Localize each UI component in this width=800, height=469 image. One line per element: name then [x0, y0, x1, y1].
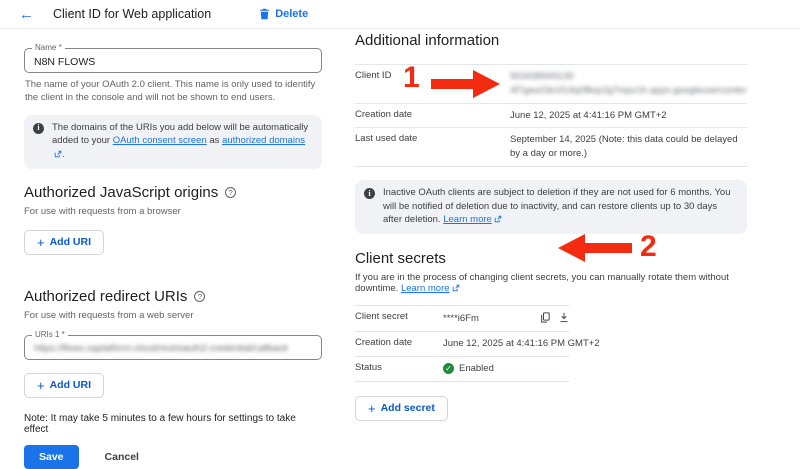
client-secret-value-cell: ****i6Fm: [443, 311, 569, 326]
client-id-value: 903438949139 4f7gau03e1f14q08kqr2g7mjur1…: [510, 70, 747, 98]
client-secrets-subtitle: If you are in the process of changing cl…: [355, 272, 747, 295]
table-row-creation-date: Creation date June 12, 2025 at 4:41:16 P…: [355, 104, 747, 129]
creation-date-value: June 12, 2025 at 4:41:16 PM GMT+2: [510, 109, 747, 123]
js-origins-subtitle: For use with requests from a browser: [24, 206, 322, 217]
redirect-uris-subtitle: For use with requests from a web server: [24, 310, 322, 321]
creation-date-label: Creation date: [355, 109, 510, 120]
info-icon: i: [33, 123, 44, 134]
table-row-last-used: Last used date September 14, 2025 (Note:…: [355, 128, 747, 167]
oauth-consent-screen-link[interactable]: OAuth consent screen: [113, 135, 207, 146]
add-uri-label: Add URI: [50, 379, 91, 391]
status-badge: Enabled: [459, 362, 494, 376]
external-link-icon: [54, 149, 62, 163]
settings-delay-note: Note: It may take 5 minutes to a few hou…: [24, 413, 322, 435]
annotation-arrow-1-shaft: [431, 79, 473, 89]
add-uri-button-redirect[interactable]: + Add URI: [24, 373, 104, 398]
check-circle-icon: ✓: [443, 363, 454, 374]
plus-icon: +: [37, 236, 45, 249]
domains-notice: i The domains of the URIs you add below …: [24, 115, 322, 169]
domains-notice-text: The domains of the URIs you add below wi…: [52, 121, 312, 163]
annotation-arrow-1-right-icon: [473, 70, 500, 98]
uri-input[interactable]: [25, 336, 321, 359]
redirect-uris-title: Authorized redirect URIs: [24, 288, 187, 305]
name-field: Name *: [24, 48, 322, 73]
info-icon: i: [364, 188, 375, 199]
add-uri-label: Add URI: [50, 236, 91, 248]
additional-info-heading: Additional information: [355, 32, 747, 49]
table-row-status: Status ✓ Enabled: [355, 357, 569, 382]
external-link-icon: [452, 284, 460, 295]
inactive-clients-notice: i Inactive OAuth clients are subject to …: [355, 180, 747, 234]
add-secret-label: Add secret: [381, 402, 435, 414]
authorized-domains-link[interactable]: authorized domains: [222, 135, 305, 146]
annotation-arrow-2-left-icon: [558, 234, 585, 262]
add-secret-button[interactable]: + Add secret: [355, 396, 448, 421]
notice-text-suffix: .: [62, 149, 65, 160]
action-buttons: Save Cancel: [24, 445, 322, 469]
trash-icon: [259, 8, 270, 20]
external-link-icon: [494, 214, 502, 228]
help-icon[interactable]: ?: [225, 187, 236, 198]
js-origins-heading: Authorized JavaScript origins ?: [24, 184, 322, 201]
last-used-label: Last used date: [355, 133, 510, 144]
learn-more-link[interactable]: Learn more: [401, 283, 450, 294]
plus-icon: +: [37, 379, 45, 392]
save-button[interactable]: Save: [24, 445, 79, 469]
page-header: ← Client ID for Web application Delete: [0, 0, 800, 29]
learn-more-link[interactable]: Learn more: [443, 214, 492, 225]
client-secrets-table: Client secret ****i6Fm Creation date Jun…: [355, 305, 569, 382]
cancel-button[interactable]: Cancel: [99, 450, 145, 464]
client-secret-value: ****i6Fm: [443, 312, 531, 326]
inactive-notice-body: Inactive OAuth clients are subject to de…: [383, 187, 731, 226]
delete-button-label: Delete: [275, 8, 308, 20]
notice-text-middle: as: [207, 135, 222, 146]
copy-secret-button[interactable]: [540, 311, 550, 326]
help-icon[interactable]: ?: [194, 291, 205, 302]
download-secret-button[interactable]: [559, 311, 569, 326]
secret-creation-date-value: June 12, 2025 at 4:41:16 PM GMT+2: [443, 337, 569, 351]
secret-creation-date-label: Creation date: [355, 337, 443, 348]
client-secret-label: Client secret: [355, 311, 443, 322]
uri-field: URIs 1 *: [24, 335, 322, 360]
status-label: Status: [355, 362, 443, 373]
page-title: Client ID for Web application: [53, 7, 211, 21]
download-icon: [559, 311, 569, 326]
annotation-number-2: 2: [640, 232, 657, 262]
delete-button[interactable]: Delete: [253, 7, 314, 21]
table-row-client-secret: Client secret ****i6Fm: [355, 306, 569, 332]
client-secrets-heading: Client secrets: [355, 250, 747, 267]
redirect-uris-heading: Authorized redirect URIs ?: [24, 288, 322, 305]
name-input[interactable]: [25, 49, 321, 72]
back-arrow-icon[interactable]: ←: [19, 7, 39, 22]
annotation-number-1: 1: [403, 63, 420, 93]
client-config-column: Name * The name of your OAuth 2.0 client…: [24, 48, 322, 469]
client-id-redacted-line2: 4f7gau03e1f14q08kqr2g7mjur1h.apps.google…: [510, 84, 747, 98]
status-value-cell: ✓ Enabled: [443, 362, 569, 376]
inactive-notice-text: Inactive OAuth clients are subject to de…: [383, 186, 737, 228]
js-origins-title: Authorized JavaScript origins: [24, 184, 218, 201]
table-row-secret-creation-date: Creation date June 12, 2025 at 4:41:16 P…: [355, 332, 569, 357]
copy-icon: [540, 311, 550, 326]
name-helper-text: The name of your OAuth 2.0 client. This …: [25, 78, 321, 105]
annotation-arrow-2-shaft: [585, 243, 632, 253]
client-id-redacted-line1: 903438949139: [510, 70, 747, 84]
last-used-value: September 14, 2025 (Note: this data coul…: [510, 133, 747, 161]
name-field-label: Name *: [32, 43, 65, 53]
plus-icon: +: [368, 402, 376, 415]
add-uri-button-origins[interactable]: + Add URI: [24, 230, 104, 255]
